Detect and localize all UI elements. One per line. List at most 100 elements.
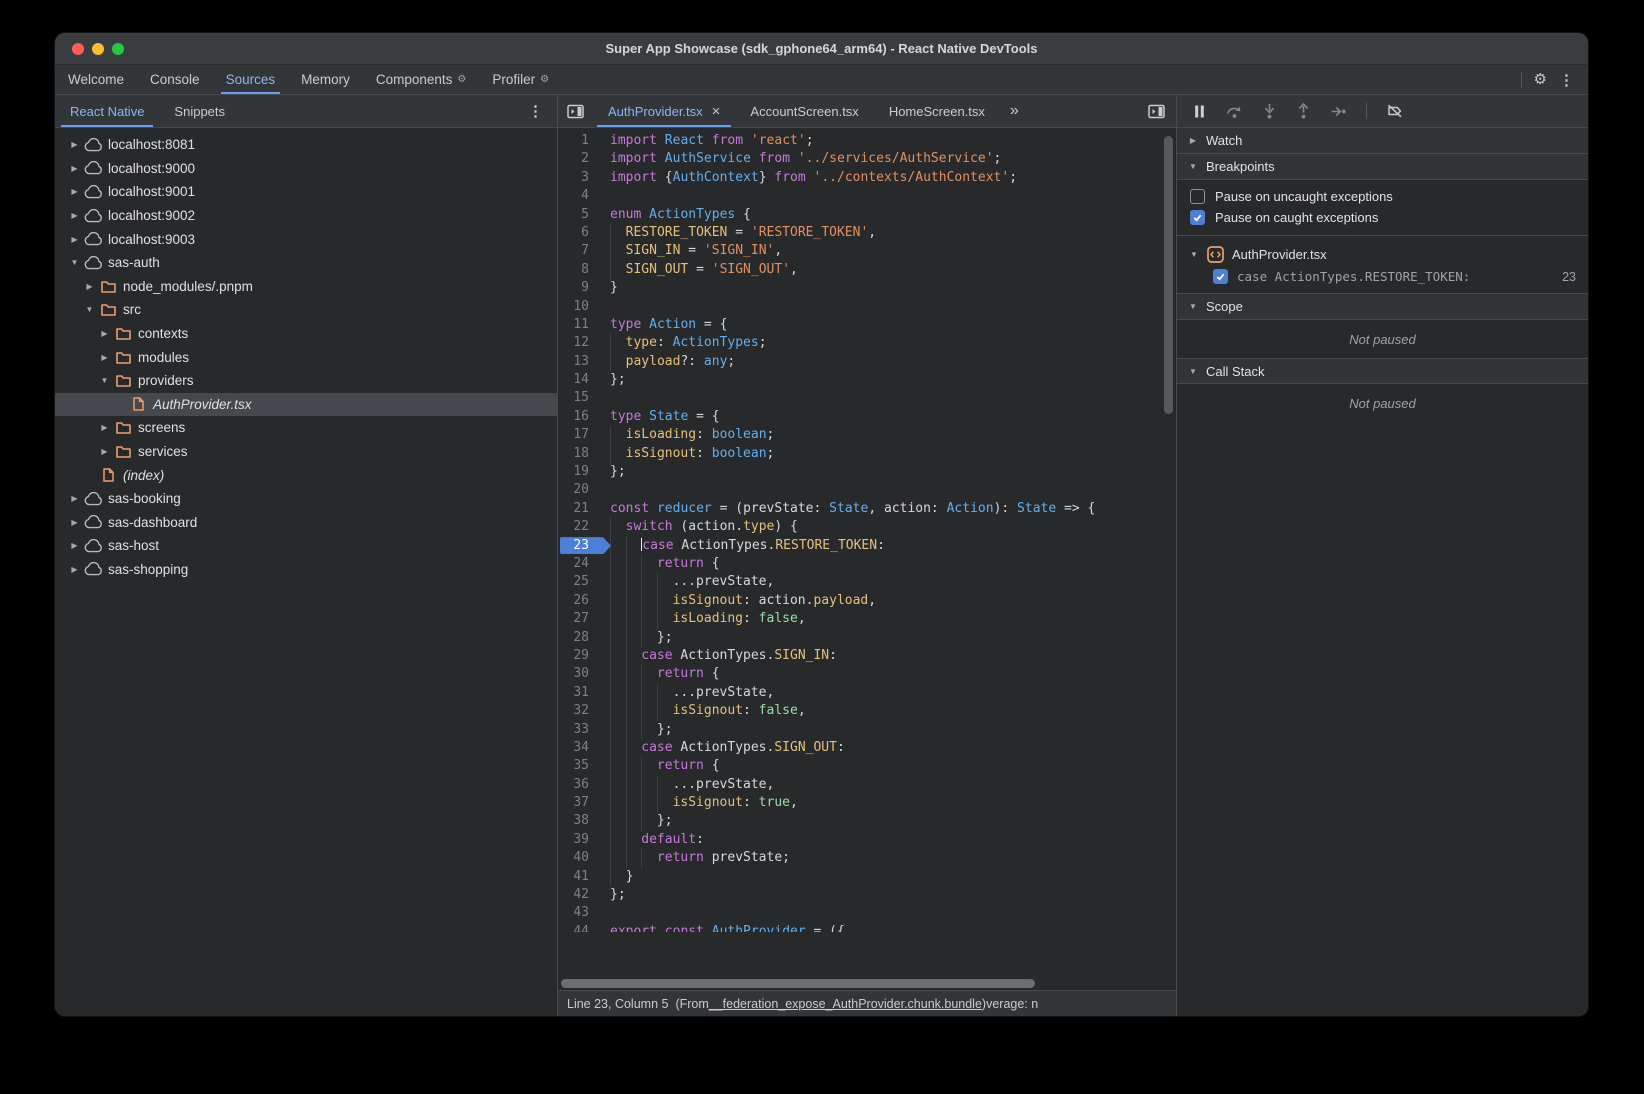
code-line-text[interactable]: isLoading: false, — [602, 610, 1176, 628]
tree-item-node-modules-pnpm[interactable]: ▶node_modules/.pnpm — [55, 275, 557, 299]
scope-section-header[interactable]: ▼ Scope — [1177, 294, 1588, 320]
code-line-text[interactable]: return { — [602, 757, 1176, 775]
tree-item-localhost-9000[interactable]: ▶localhost:9000 — [55, 157, 557, 181]
line-number[interactable]: 42 — [558, 886, 602, 904]
chevron-right-icon[interactable]: ▶ — [67, 211, 82, 220]
line-number[interactable]: 31 — [558, 684, 602, 702]
line-number[interactable]: 39 — [558, 831, 602, 849]
code-line-text[interactable]: SIGN_OUT = 'SIGN_OUT', — [602, 261, 1176, 279]
code-line-text[interactable]: case ActionTypes.SIGN_IN: — [602, 647, 1176, 665]
line-number[interactable]: 1 — [558, 132, 602, 150]
code-line-text[interactable]: return { — [602, 555, 1176, 573]
chevron-right-icon[interactable]: ▶ — [97, 329, 112, 338]
code-line-text[interactable]: type Action = { — [602, 316, 1176, 334]
line-number[interactable]: 29 — [558, 647, 602, 665]
chevron-right-icon[interactable]: ▶ — [67, 494, 82, 503]
chevron-right-icon[interactable]: ▶ — [67, 235, 82, 244]
tree-item-services[interactable]: ▶services — [55, 440, 557, 464]
chevron-right-icon[interactable]: ▶ — [67, 565, 82, 574]
code-line-text[interactable] — [602, 904, 1176, 922]
line-number[interactable]: 44 — [558, 923, 602, 932]
line-number[interactable]: 38 — [558, 812, 602, 830]
chevron-down-icon[interactable]: ▼ — [97, 376, 112, 385]
tab-components[interactable]: Components⚙ — [363, 65, 480, 94]
line-number[interactable]: 25 — [558, 573, 602, 591]
code-line-text[interactable]: default: — [602, 831, 1176, 849]
code-line-text[interactable] — [602, 481, 1176, 499]
line-number[interactable]: 22 — [558, 518, 602, 536]
editor-tab-homescreen-tsx[interactable]: HomeScreen.tsx — [874, 95, 1000, 127]
line-number[interactable]: 34 — [558, 739, 602, 757]
vertical-scrollbar[interactable] — [1164, 136, 1173, 414]
call-stack-section-header[interactable]: ▼ Call Stack — [1177, 358, 1588, 384]
code-line-text[interactable]: const reducer = (prevState: State, actio… — [602, 500, 1176, 518]
code-line-text[interactable]: switch (action.type) { — [602, 518, 1176, 536]
code-line-text[interactable]: import React from 'react'; — [602, 132, 1176, 150]
code-line-text[interactable]: }; — [602, 371, 1176, 389]
chevron-down-icon[interactable]: ▼ — [82, 305, 97, 314]
step-out-icon[interactable] — [1296, 103, 1311, 119]
checkbox-pause-on-caught-exceptions[interactable] — [1190, 210, 1205, 225]
line-number[interactable]: 24 — [558, 555, 602, 573]
code-line-text[interactable]: }; — [602, 886, 1176, 904]
line-number[interactable]: 9 — [558, 279, 602, 297]
line-number[interactable]: 28 — [558, 629, 602, 647]
settings-gear-icon[interactable]: ⚙ — [1534, 72, 1547, 87]
line-number[interactable]: 7 — [558, 242, 602, 260]
code-line-text[interactable]: }; — [602, 721, 1176, 739]
line-number[interactable]: 41 — [558, 868, 602, 886]
chevron-right-icon[interactable]: ▶ — [97, 447, 112, 456]
line-number[interactable]: 33 — [558, 721, 602, 739]
breakpoint-checkbox[interactable] — [1213, 269, 1228, 284]
watch-section-header[interactable]: ▶ Watch — [1177, 128, 1588, 154]
code-line-text[interactable]: ...prevState, — [602, 573, 1176, 591]
chevron-right-icon[interactable]: ▶ — [97, 423, 112, 432]
tab-memory[interactable]: Memory — [288, 65, 363, 94]
tree-item-providers[interactable]: ▼providers — [55, 369, 557, 393]
line-number[interactable]: 14 — [558, 371, 602, 389]
close-tab-icon[interactable]: × — [712, 104, 721, 119]
chevron-right-icon[interactable]: ▶ — [97, 353, 112, 362]
tree-item-authprovider-tsx[interactable]: AuthProvider.tsx — [55, 393, 557, 417]
breakpoint-entry[interactable]: case ActionTypes.RESTORE_TOKEN:23 — [1177, 267, 1588, 286]
horizontal-scrollbar[interactable] — [561, 979, 1035, 988]
editor-tab-accountscreen-tsx[interactable]: AccountScreen.tsx — [735, 95, 873, 127]
code-line-text[interactable]: isSignout: true, — [602, 794, 1176, 812]
tab-welcome[interactable]: Welcome — [55, 65, 137, 94]
code-line-text[interactable]: type: ActionTypes; — [602, 334, 1176, 352]
tree-item-screens[interactable]: ▶screens — [55, 416, 557, 440]
tree-item-localhost-9002[interactable]: ▶localhost:9002 — [55, 204, 557, 228]
tree-item-index[interactable]: (index) — [55, 463, 557, 487]
more-options-icon[interactable]: ⋮ — [1559, 71, 1574, 89]
tab-sources[interactable]: Sources — [213, 65, 289, 94]
code-line-text[interactable]: } — [602, 279, 1176, 297]
tree-item-sas-auth[interactable]: ▼sas-auth — [55, 251, 557, 275]
line-number[interactable]: 17 — [558, 426, 602, 444]
step-icon[interactable] — [1330, 104, 1347, 119]
code-line-text[interactable]: return { — [602, 665, 1176, 683]
code-line-text[interactable] — [602, 187, 1176, 205]
line-number[interactable]: 6 — [558, 224, 602, 242]
code-line-text[interactable]: ...prevState, — [602, 776, 1176, 794]
code-line-text[interactable]: case ActionTypes.RESTORE_TOKEN: — [602, 537, 1176, 555]
code-line-text[interactable] — [602, 298, 1176, 316]
line-number[interactable]: 15 — [558, 389, 602, 407]
code-line-text[interactable]: RESTORE_TOKEN = 'RESTORE_TOKEN', — [602, 224, 1176, 242]
code-line-text[interactable]: ...prevState, — [602, 684, 1176, 702]
tree-item-sas-shopping[interactable]: ▶sas-shopping — [55, 558, 557, 582]
line-number[interactable]: 21 — [558, 500, 602, 518]
tree-item-contexts[interactable]: ▶contexts — [55, 322, 557, 346]
tree-item-localhost-9001[interactable]: ▶localhost:9001 — [55, 180, 557, 204]
tree-item-modules[interactable]: ▶modules — [55, 345, 557, 369]
line-number[interactable]: 2 — [558, 150, 602, 168]
step-over-icon[interactable] — [1226, 104, 1243, 119]
chevron-right-icon[interactable]: ▶ — [67, 164, 82, 173]
line-number[interactable]: 20 — [558, 481, 602, 499]
breakpoint-file-header[interactable]: ▼AuthProvider.tsx — [1177, 241, 1588, 267]
code-line-text[interactable]: case ActionTypes.SIGN_OUT: — [602, 739, 1176, 757]
code-line-text[interactable]: isSignout: boolean; — [602, 445, 1176, 463]
line-number[interactable]: 36 — [558, 776, 602, 794]
deactivate-breakpoints-icon[interactable] — [1386, 103, 1404, 119]
chevron-right-icon[interactable]: ▶ — [67, 518, 82, 527]
code-line-text[interactable]: isSignout: action.payload, — [602, 592, 1176, 610]
